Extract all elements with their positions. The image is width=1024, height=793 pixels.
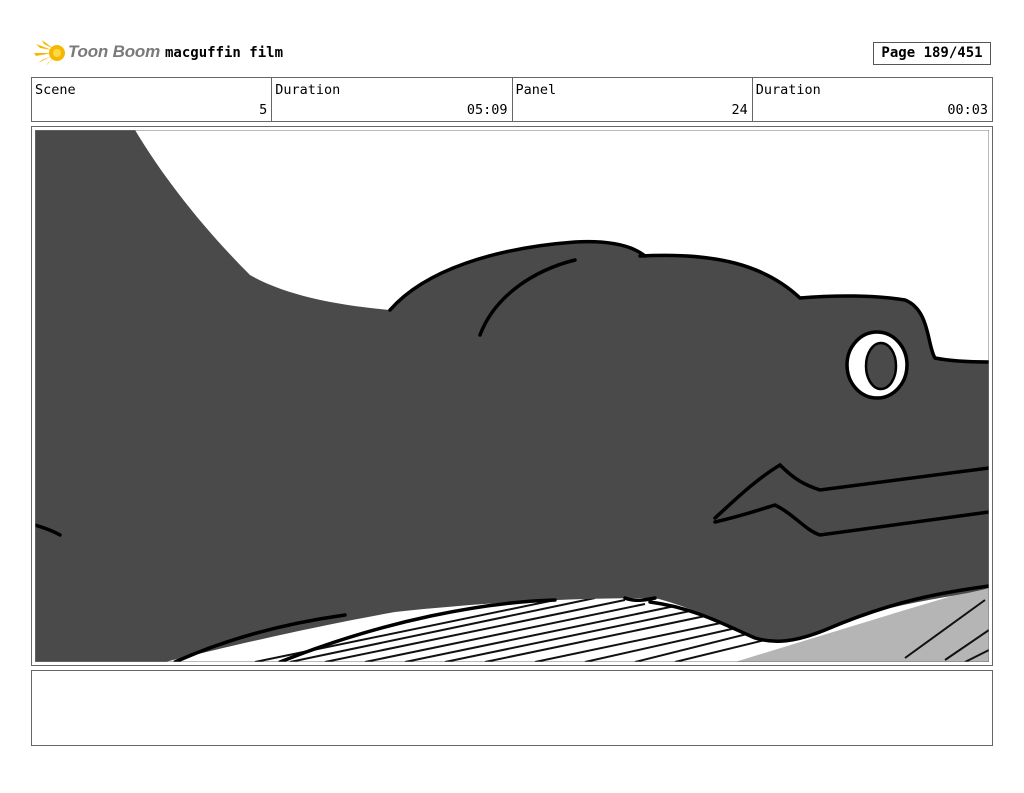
panel-duration-value: 00:03: [947, 102, 988, 118]
panel-info-table: Scene 5 Duration 05:09 Panel 24 Duration…: [31, 77, 993, 122]
scene-cell: Scene 5: [32, 78, 273, 121]
scene-duration-cell: Duration 05:09: [272, 78, 513, 121]
scene-duration-value: 05:09: [466, 102, 508, 118]
panel-duration-cell: Duration 00:03: [753, 78, 992, 121]
scene-label: Scene: [35, 82, 76, 98]
page-number: Page 189/451: [873, 42, 991, 65]
scene-duration-label: Duration: [275, 82, 341, 98]
panel-label: Panel: [515, 82, 557, 98]
panel-notes-box: [31, 670, 993, 746]
panel-value: 24: [731, 102, 748, 118]
storyboard-sketch-image: [35, 130, 989, 662]
logo-text: Toon Boom: [68, 42, 160, 61]
scene-value: 5: [259, 102, 268, 118]
panel-duration-label: Duration: [755, 82, 821, 98]
panel-cell: Panel 24: [513, 78, 753, 121]
project-title: macguffin film: [165, 45, 284, 61]
storyboard-panel: [31, 126, 993, 666]
